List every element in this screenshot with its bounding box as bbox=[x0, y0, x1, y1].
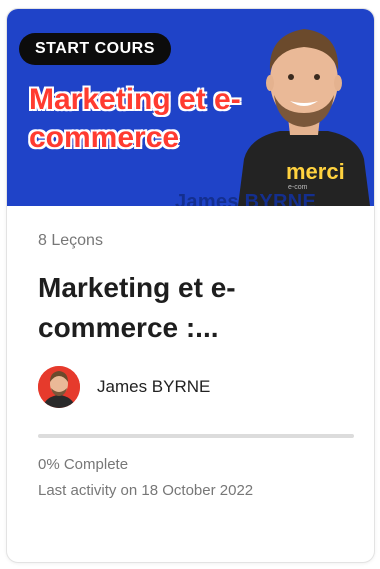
course-thumbnail[interactable]: START COURS Marketing et e-commerce merc… bbox=[7, 9, 374, 206]
presenter-portrait: merci e-com bbox=[238, 29, 370, 206]
lesson-count: 8 Leçons bbox=[38, 232, 103, 249]
progress-bar bbox=[38, 434, 354, 438]
thumbnail-title: Marketing et e-commerce bbox=[28, 82, 241, 155]
last-activity: Last activity on 18 October 2022 bbox=[38, 482, 254, 499]
shirt-text: merci bbox=[286, 159, 345, 184]
author-name: James BYRNE bbox=[97, 377, 211, 396]
course-card[interactable]: START COURS Marketing et e-commerce merc… bbox=[6, 8, 375, 563]
author[interactable]: James BYRNE bbox=[38, 366, 338, 408]
start-course-badge[interactable]: START COURS bbox=[19, 33, 171, 65]
course-title[interactable]: Marketing et e-commerce :... bbox=[38, 268, 338, 348]
author-avatar bbox=[38, 366, 80, 408]
svg-text:e-com: e-com bbox=[288, 184, 308, 191]
completion-status: 0% Complete bbox=[38, 456, 129, 473]
thumbnail-presenter-name: James BYRNE bbox=[175, 191, 317, 206]
